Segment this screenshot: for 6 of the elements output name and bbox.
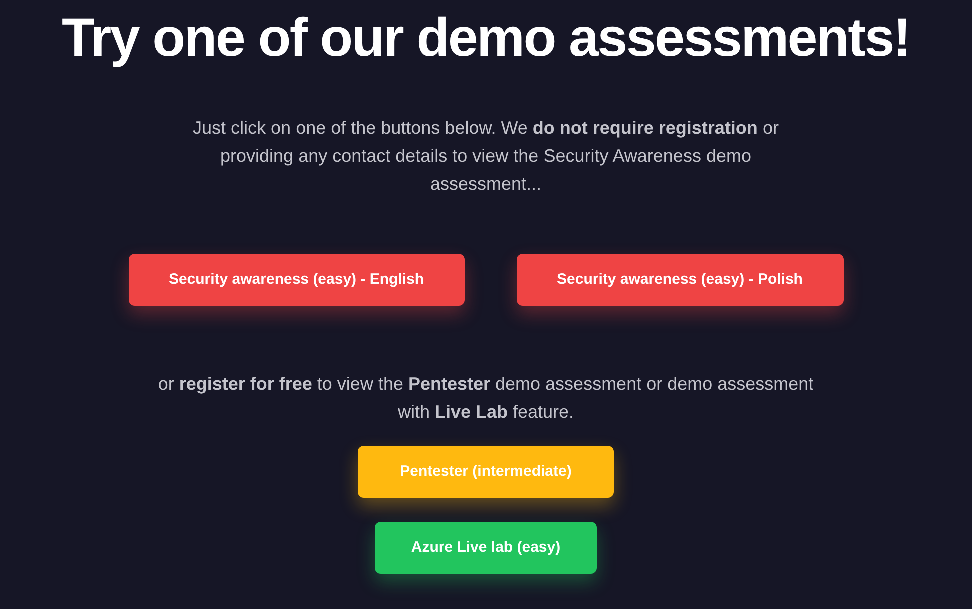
- page-heading: Try one of our demo assessments!: [62, 7, 910, 70]
- demo-button[interactable]: Security awareness (easy) - Polish: [516, 254, 844, 306]
- demo-button[interactable]: Azure Live lab (easy): [375, 522, 597, 574]
- demo-button[interactable]: Security awareness (easy) - English: [128, 254, 464, 306]
- register-paragraph: or register for free to view the Pentester demo assessment or demo assessment with Live Lab feature.: [157, 373, 815, 424]
- intro-paragraph: Just click on one of the buttons below. We do not require registration or providing any contact details to view the Security Awareness demo assessment...: [192, 117, 780, 196]
